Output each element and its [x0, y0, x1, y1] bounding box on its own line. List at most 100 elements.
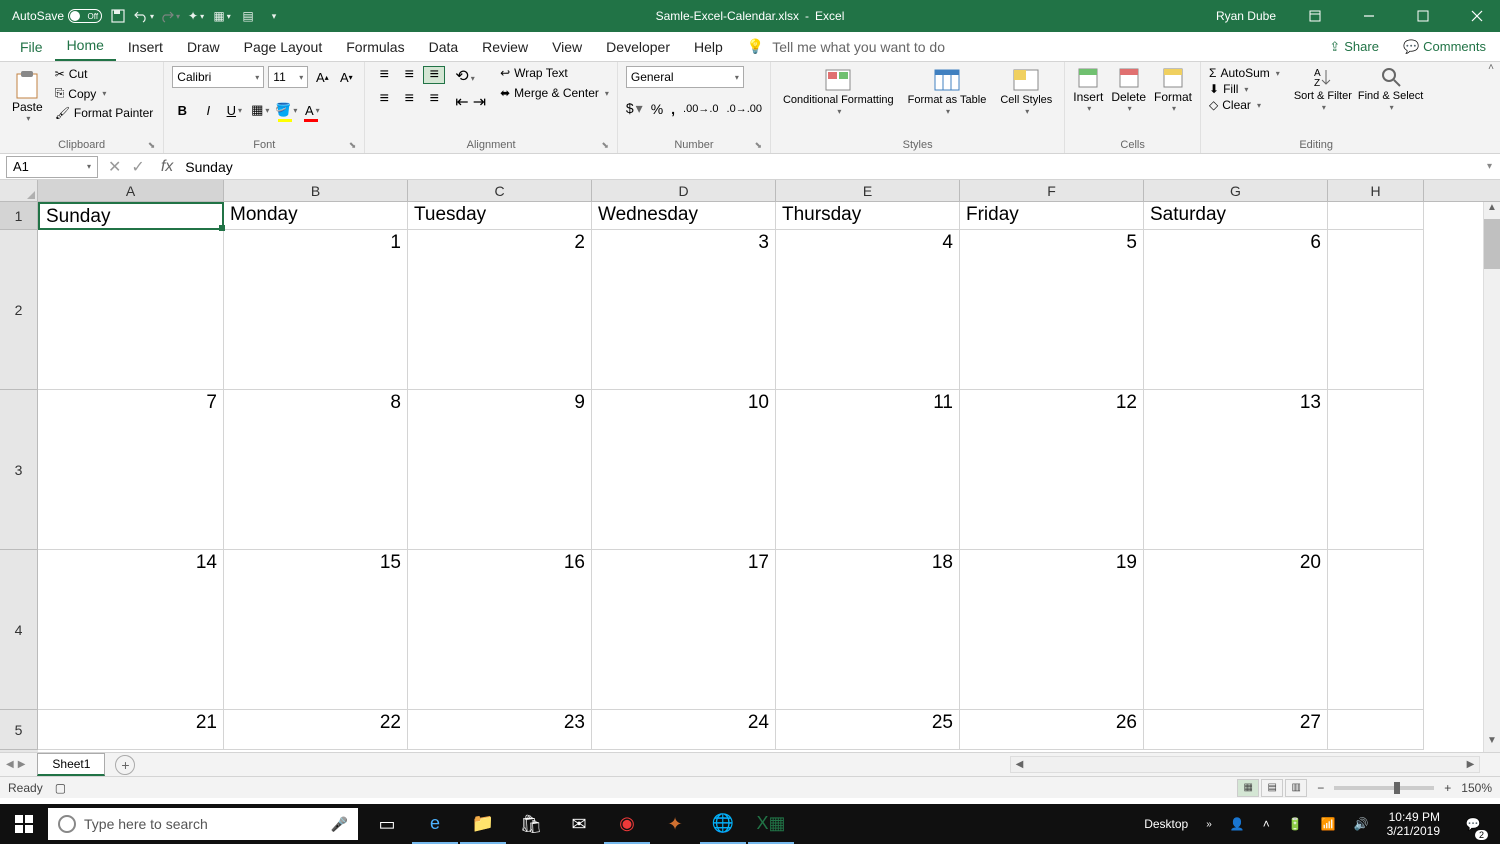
- tab-developer[interactable]: Developer: [594, 33, 682, 61]
- store-icon[interactable]: 🛍: [508, 804, 554, 844]
- fx-icon[interactable]: fx: [155, 158, 179, 176]
- tab-insert[interactable]: Insert: [116, 33, 175, 61]
- align-top-icon[interactable]: ≡: [373, 66, 395, 84]
- cell-F2[interactable]: 5: [960, 230, 1144, 390]
- notification-icon[interactable]: 💬2: [1452, 804, 1494, 844]
- cell-E4[interactable]: 18: [776, 550, 960, 710]
- cut-button[interactable]: ✂Cut: [53, 66, 156, 82]
- page-break-view-icon[interactable]: ▥: [1285, 779, 1307, 797]
- cell-E3[interactable]: 11: [776, 390, 960, 550]
- format-painter-button[interactable]: 🖌Format Painter: [53, 105, 156, 121]
- scroll-down-icon[interactable]: ▼: [1484, 735, 1500, 752]
- select-all-corner[interactable]: [0, 180, 38, 201]
- wifi-icon[interactable]: 📶: [1315, 817, 1342, 831]
- scroll-right-icon[interactable]: ▶: [1462, 759, 1479, 770]
- cell-styles-button[interactable]: Cell Styles▾: [996, 66, 1056, 119]
- cell-A1[interactable]: Sunday: [38, 202, 224, 230]
- column-header-D[interactable]: D: [592, 180, 776, 201]
- font-name-select[interactable]: Calibri▾: [172, 66, 264, 88]
- fill-color-button[interactable]: 🪣▾: [276, 100, 296, 120]
- cell-G4[interactable]: 20: [1144, 550, 1328, 710]
- page-layout-view-icon[interactable]: ▤: [1261, 779, 1283, 797]
- horizontal-scrollbar[interactable]: ◀ ▶: [1010, 756, 1480, 773]
- app-icon-1[interactable]: ✦: [652, 804, 698, 844]
- cell-G2[interactable]: 6: [1144, 230, 1328, 390]
- font-size-select[interactable]: 11▾: [268, 66, 308, 88]
- taskbar-search[interactable]: Type here to search 🎤: [48, 808, 358, 840]
- tab-data[interactable]: Data: [417, 33, 471, 61]
- cell-B5[interactable]: 22: [224, 710, 408, 750]
- tab-file[interactable]: File: [8, 33, 55, 61]
- sheet-nav-next-icon[interactable]: ▶: [18, 759, 26, 770]
- find-select-button[interactable]: Find & Select▾: [1358, 66, 1423, 113]
- tab-home[interactable]: Home: [55, 31, 116, 61]
- paste-button[interactable]: Paste ▾: [8, 66, 47, 127]
- cell-G1[interactable]: Saturday: [1144, 202, 1328, 230]
- fill-button[interactable]: ⬇Fill▾: [1209, 82, 1280, 96]
- autosave-toggle[interactable]: AutoSave Off: [12, 9, 102, 23]
- font-color-button[interactable]: A▾: [302, 100, 322, 120]
- collapse-ribbon-icon[interactable]: ˄: [1488, 62, 1494, 73]
- border-button[interactable]: ▦▾: [250, 100, 270, 120]
- tab-draw[interactable]: Draw: [175, 33, 232, 61]
- wrap-text-button[interactable]: ↩Wrap Text: [500, 66, 609, 80]
- row-header-1[interactable]: 1: [0, 202, 38, 230]
- tab-view[interactable]: View: [540, 33, 594, 61]
- qat-customize-icon[interactable]: ▾: [264, 6, 284, 26]
- tell-me-search[interactable]: 💡 Tell me what you want to do: [747, 32, 945, 61]
- maximize-icon[interactable]: [1400, 0, 1446, 32]
- column-header-A[interactable]: A: [38, 180, 224, 201]
- tab-help[interactable]: Help: [682, 33, 735, 61]
- column-header-H[interactable]: H: [1328, 180, 1424, 201]
- increase-indent-icon[interactable]: ⇥: [473, 92, 486, 112]
- cell-D5[interactable]: 24: [592, 710, 776, 750]
- cell-E2[interactable]: 4: [776, 230, 960, 390]
- column-header-E[interactable]: E: [776, 180, 960, 201]
- cell-H3[interactable]: [1328, 390, 1424, 550]
- increase-decimal-icon[interactable]: .00→.0: [683, 103, 718, 115]
- number-format-select[interactable]: General▾: [626, 66, 744, 88]
- insert-cells-button[interactable]: Insert▾: [1073, 66, 1103, 113]
- name-box[interactable]: A1▾: [6, 156, 98, 178]
- mic-icon[interactable]: 🎤: [331, 816, 348, 833]
- align-middle-icon[interactable]: ≡: [398, 66, 420, 84]
- cell-F4[interactable]: 19: [960, 550, 1144, 710]
- tab-formulas[interactable]: Formulas: [334, 33, 416, 61]
- expand-formula-bar-icon[interactable]: ▾: [1479, 161, 1500, 172]
- enter-formula-icon[interactable]: ✓: [131, 157, 144, 177]
- cell-B4[interactable]: 15: [224, 550, 408, 710]
- tray-up-icon[interactable]: ˄: [1257, 817, 1276, 831]
- cell-C1[interactable]: Tuesday: [408, 202, 592, 230]
- italic-button[interactable]: I: [198, 100, 218, 120]
- redo-icon[interactable]: ▾: [160, 6, 180, 26]
- zoom-out-icon[interactable]: −: [1317, 781, 1324, 795]
- start-button[interactable]: [0, 804, 48, 844]
- comma-format-icon[interactable]: ,: [671, 101, 675, 117]
- cell-D3[interactable]: 10: [592, 390, 776, 550]
- alignment-launcher-icon[interactable]: ⬊: [601, 140, 609, 151]
- cell-A3[interactable]: 7: [38, 390, 224, 550]
- macro-record-icon[interactable]: ▢: [55, 781, 66, 795]
- cell-F1[interactable]: Friday: [960, 202, 1144, 230]
- cell-C2[interactable]: 2: [408, 230, 592, 390]
- orientation-button[interactable]: ⟲▾: [455, 66, 486, 86]
- chrome-icon[interactable]: 🌐: [700, 804, 746, 844]
- align-left-icon[interactable]: ≡: [373, 90, 395, 108]
- task-view-icon[interactable]: ▭: [364, 804, 410, 844]
- row-header-2[interactable]: 2: [0, 230, 38, 390]
- decrease-decimal-icon[interactable]: .0→.00: [727, 103, 762, 115]
- cell-D4[interactable]: 17: [592, 550, 776, 710]
- sheet-nav-prev-icon[interactable]: ◀: [6, 759, 14, 770]
- copy-button[interactable]: ⎘Copy▾: [53, 85, 156, 102]
- cell-B3[interactable]: 8: [224, 390, 408, 550]
- autosum-button[interactable]: ΣAutoSum▾: [1209, 66, 1280, 80]
- accounting-format-icon[interactable]: $▾: [626, 100, 643, 117]
- cell-C3[interactable]: 9: [408, 390, 592, 550]
- delete-cells-button[interactable]: Delete▾: [1111, 66, 1146, 113]
- edge-icon[interactable]: e: [412, 804, 458, 844]
- add-sheet-button[interactable]: +: [115, 755, 135, 775]
- cell-G5[interactable]: 27: [1144, 710, 1328, 750]
- sort-filter-button[interactable]: AZSort & Filter▾: [1294, 66, 1352, 113]
- scroll-left-icon[interactable]: ◀: [1011, 759, 1028, 770]
- excel-taskbar-icon[interactable]: X▦: [748, 804, 794, 844]
